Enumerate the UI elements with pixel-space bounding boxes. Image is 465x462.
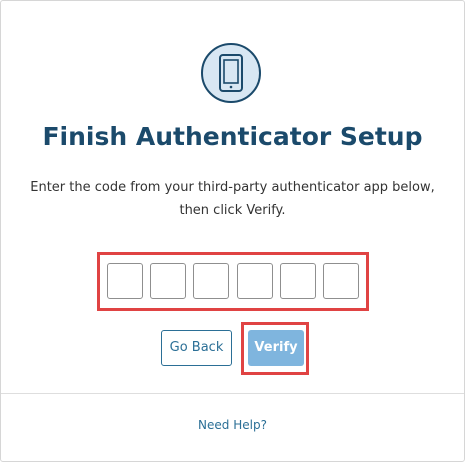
code-digit-input-6[interactable] — [323, 263, 359, 299]
instructions-text: Enter the code from your third-party aut… — [30, 180, 435, 218]
code-digit-input-5[interactable] — [280, 263, 316, 299]
need-help-link[interactable]: Need Help? — [1, 418, 464, 432]
code-digit-input-3[interactable] — [193, 263, 229, 299]
footer-divider — [1, 393, 464, 394]
code-digit-input-1[interactable] — [107, 263, 143, 299]
mobile-phone-icon — [201, 43, 261, 103]
code-digit-input-2[interactable] — [150, 263, 186, 299]
authenticator-setup-card: Finish Authenticator Setup Enter the cod… — [0, 0, 465, 462]
verify-button[interactable]: Verify — [248, 330, 304, 366]
code-digit-input-4[interactable] — [237, 263, 273, 299]
page-title: Finish Authenticator Setup — [42, 122, 423, 151]
go-back-button[interactable]: Go Back — [161, 330, 232, 366]
